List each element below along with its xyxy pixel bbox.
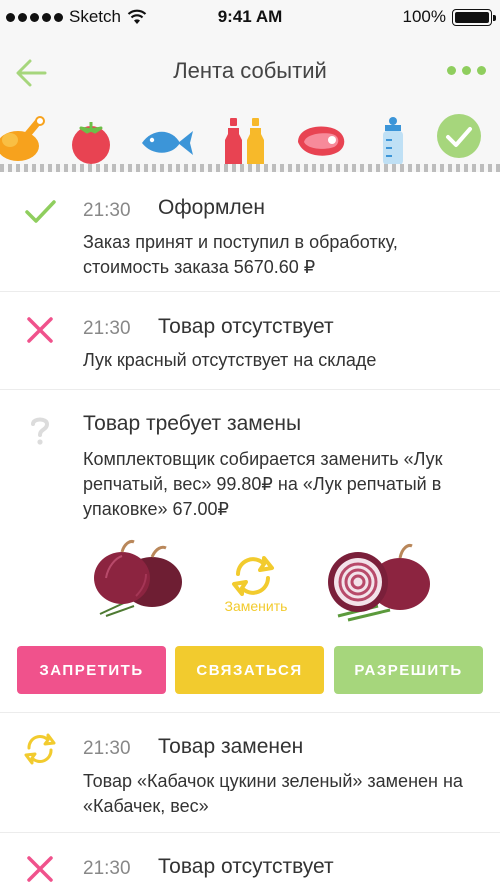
swap-icon[interactable] — [228, 554, 278, 598]
navigation-bar: Лента событий — [0, 36, 500, 108]
tomato-icon[interactable] — [68, 116, 114, 166]
baby-bottle-icon[interactable] — [378, 116, 408, 168]
event-time: 21:30 — [83, 858, 131, 879]
category-strip — [0, 108, 500, 172]
event-time: 21:30 — [83, 318, 131, 339]
replaced-icon — [24, 733, 56, 765]
event-item: 21:30 Товар заменен Товар «Кабачок цукин… — [0, 713, 500, 833]
battery-icon — [452, 8, 496, 26]
product-image-original — [94, 540, 182, 617]
page-title: Лента событий — [173, 58, 327, 83]
event-text: Лук красный отсутствует на складе — [83, 350, 377, 370]
event-text: Комплектовщик собирается заменить «Лук р… — [83, 449, 443, 519]
question-icon — [31, 417, 50, 445]
cross-icon — [27, 317, 53, 343]
contact-button[interactable]: СВЯЗАТЬСЯ — [175, 646, 324, 694]
chicken-icon[interactable] — [0, 116, 46, 166]
event-title: Товар заменен — [158, 735, 304, 758]
allow-button[interactable]: РАЗРЕШИТЬ — [334, 646, 483, 694]
event-title: Товар требует замены — [83, 412, 302, 435]
checkmark-icon[interactable] — [436, 113, 482, 159]
status-bar: Sketch 9:41 AM 100% — [0, 0, 500, 36]
swap-label[interactable]: Заменить — [206, 598, 306, 614]
bottles-icon[interactable] — [222, 116, 270, 166]
check-icon — [25, 200, 56, 223]
event-text: Заказ принят и поступил в обработку, сто… — [83, 232, 398, 277]
fish-icon[interactable] — [136, 116, 196, 166]
event-item: 21:30 Товар отсутствует Лук красный отсу… — [0, 292, 500, 390]
meat-icon[interactable] — [294, 116, 350, 166]
event-title: Товар отсутствует — [158, 315, 334, 338]
event-title: Товар отсутствует — [158, 855, 334, 878]
event-item: 21:30 Оформлен Заказ принят и поступил в… — [0, 172, 500, 292]
cross-icon — [27, 856, 53, 882]
event-time: 21:30 — [83, 200, 131, 221]
event-time: 21:30 — [83, 738, 131, 759]
more-options-icon[interactable] — [447, 66, 486, 75]
battery-percent: 100% — [402, 7, 446, 26]
category-divider — [0, 164, 500, 172]
event-text: Товар «Кабачок цукини зеленый» заменен н… — [83, 771, 463, 816]
event-title: Оформлен — [158, 196, 265, 219]
event-item: 21:30 Товар отсутствует — [0, 833, 500, 890]
product-image-replacement — [328, 544, 430, 622]
forbid-button[interactable]: ЗАПРЕТИТЬ — [17, 646, 166, 694]
